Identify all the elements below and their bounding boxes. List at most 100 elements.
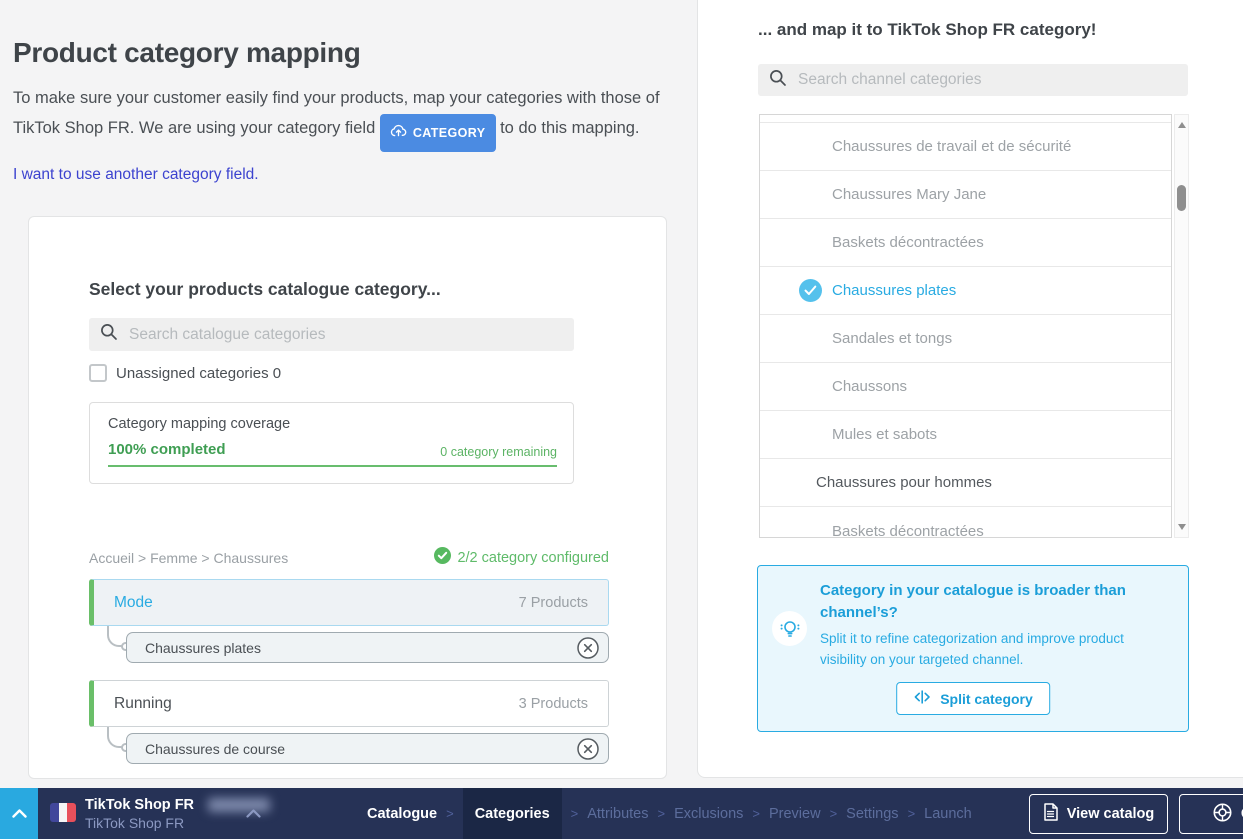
channel-category-list: Chaussures de travail et de sécurité Cha… bbox=[759, 114, 1172, 538]
unassigned-label: Unassigned categories 0 bbox=[116, 365, 281, 382]
channel-category-row[interactable]: Mules et sabots bbox=[760, 411, 1171, 459]
coverage-card: Category mapping coverage 100% completed… bbox=[89, 402, 574, 484]
group-product-count: 7 Products bbox=[519, 595, 588, 611]
catalogue-category-panel: Select your products catalogue category.… bbox=[28, 216, 667, 779]
step-separator: > bbox=[446, 806, 454, 821]
channel-subtitle: TikTok Shop FR bbox=[85, 814, 270, 832]
step-catalogue[interactable]: Catalogue bbox=[367, 806, 437, 822]
view-catalog-label: View catalog bbox=[1067, 806, 1155, 822]
channel-category-label: Chaussons bbox=[832, 378, 907, 395]
category-breadcrumb: Accueil > Femme > Chaussures bbox=[89, 550, 288, 566]
page-title: Product category mapping bbox=[13, 37, 361, 69]
tip-title: Category in your catalogue is broader th… bbox=[820, 580, 1150, 624]
group-product-count: 3 Products bbox=[519, 696, 588, 712]
configured-label: 2/2 category configured bbox=[457, 550, 609, 566]
catalogue-search[interactable] bbox=[89, 318, 574, 351]
channel-category-row[interactable]: Chaussures Mary Jane bbox=[760, 171, 1171, 219]
scrollbar-thumb[interactable] bbox=[1177, 185, 1186, 211]
step-launch[interactable]: Launch bbox=[924, 806, 972, 822]
bottom-progress-bar: TikTok Shop FR TikTok Shop FR Catalogue … bbox=[0, 788, 1243, 839]
channel-category-label: Mules et sabots bbox=[832, 426, 937, 443]
category-path-row: Accueil > Femme > Chaussures 2/2 categor… bbox=[89, 547, 609, 568]
channel-category-row[interactable]: Baskets décontractées bbox=[760, 507, 1171, 538]
scroll-up-arrow-icon[interactable] bbox=[1178, 122, 1186, 128]
step-separator: > bbox=[752, 806, 760, 821]
step-settings[interactable]: Settings bbox=[846, 806, 898, 822]
catalogue-group-running[interactable]: Running 3 Products bbox=[89, 680, 609, 727]
step-preview[interactable]: Preview bbox=[769, 806, 821, 822]
channel-category-row-selected[interactable]: Chaussures plates bbox=[760, 267, 1171, 315]
split-category-button[interactable]: Split category bbox=[896, 682, 1050, 715]
right-panel-heading: ... and map it to TikTok Shop FR categor… bbox=[758, 20, 1096, 40]
step-attributes[interactable]: Attributes bbox=[587, 806, 648, 822]
coverage-title: Category mapping coverage bbox=[108, 416, 290, 432]
search-icon bbox=[100, 323, 118, 346]
coverage-completed: 100% completed bbox=[108, 441, 226, 458]
channel-category-row[interactable]: Chaussures de travail et de sécurité bbox=[760, 123, 1171, 171]
selected-check-icon bbox=[799, 279, 822, 302]
remove-mapping-button[interactable] bbox=[577, 738, 599, 760]
view-catalog-button[interactable]: View catalog bbox=[1029, 794, 1168, 834]
document-icon bbox=[1043, 803, 1058, 825]
help-lifebuoy-icon bbox=[1213, 803, 1232, 826]
left-panel-heading: Select your products catalogue category.… bbox=[89, 279, 441, 300]
france-flag-icon bbox=[50, 803, 76, 822]
split-icon bbox=[913, 690, 931, 707]
step-label: Categories bbox=[475, 806, 550, 822]
scroll-down-arrow-icon[interactable] bbox=[1178, 524, 1186, 530]
step-separator: > bbox=[571, 806, 579, 821]
channel-category-row[interactable]: Sandales et tongs bbox=[760, 315, 1171, 363]
split-category-tip: Category in your catalogue is broader th… bbox=[757, 565, 1189, 732]
channel-category-label: Chaussures plates bbox=[832, 282, 956, 299]
search-icon bbox=[769, 69, 787, 92]
intro-after: to do this mapping. bbox=[500, 119, 639, 137]
channel-identity: TikTok Shop FR TikTok Shop FR bbox=[85, 796, 270, 832]
chevron-up-icon bbox=[12, 805, 27, 823]
upload-cloud-icon bbox=[390, 118, 407, 148]
channel-search[interactable] bbox=[758, 64, 1188, 96]
unassigned-categories-row: Unassigned categories 0 bbox=[89, 364, 281, 382]
use-another-category-field-link[interactable]: I want to use another category field. bbox=[13, 166, 259, 184]
coverage-progress-bar bbox=[108, 465, 557, 467]
intro-text: To make sure your customer easily find y… bbox=[13, 83, 673, 152]
mapped-category-chip: Chaussures plates bbox=[126, 632, 609, 663]
group-name: Running bbox=[114, 695, 172, 713]
split-button-label: Split category bbox=[940, 691, 1033, 707]
product-category-mapping-page: Product category mapping To make sure yo… bbox=[0, 0, 1243, 839]
category-field-badge: CATEGORY bbox=[380, 114, 496, 152]
unassigned-checkbox[interactable] bbox=[89, 364, 107, 382]
channel-name: TikTok Shop FR bbox=[85, 796, 194, 814]
remove-mapping-button[interactable] bbox=[577, 637, 599, 659]
collapse-bar-button[interactable] bbox=[0, 788, 38, 839]
group-name: Mode bbox=[114, 594, 153, 612]
configured-badge: 2/2 category configured bbox=[434, 547, 609, 568]
channel-category-label: Baskets décontractées bbox=[832, 234, 984, 251]
channel-search-input[interactable] bbox=[796, 70, 1177, 90]
coverage-remaining: 0 category remaining bbox=[440, 445, 557, 459]
channel-category-label: Chaussures de travail et de sécurité bbox=[832, 138, 1071, 155]
channel-category-label: Baskets décontractées bbox=[832, 523, 984, 539]
channel-category-label: Chaussures Mary Jane bbox=[832, 186, 986, 203]
get-help-button[interactable]: Get bbox=[1179, 794, 1243, 834]
channel-category-row[interactable]: Chaussons bbox=[760, 363, 1171, 411]
channel-category-row-partial bbox=[760, 115, 1171, 123]
channel-category-row-parent[interactable]: Chaussures pour hommes bbox=[760, 459, 1171, 507]
catalogue-group-mode[interactable]: Mode 7 Products bbox=[89, 579, 609, 626]
channel-category-row[interactable]: Baskets décontractées bbox=[760, 219, 1171, 267]
mapped-category-chip: Chaussures de course bbox=[126, 733, 609, 764]
mapped-category-label: Chaussures de course bbox=[145, 741, 285, 757]
channel-category-label: Sandales et tongs bbox=[832, 330, 952, 347]
step-exclusions[interactable]: Exclusions bbox=[674, 806, 743, 822]
step-separator: > bbox=[908, 806, 916, 821]
step-separator: > bbox=[657, 806, 665, 821]
channel-switcher-chevron-up-icon[interactable] bbox=[246, 805, 261, 823]
tip-body: Split it to refine categorization and im… bbox=[820, 628, 1160, 670]
setup-steps: Catalogue > Categories > Attributes > Ex… bbox=[367, 788, 972, 839]
channel-category-panel: ... and map it to TikTok Shop FR categor… bbox=[697, 0, 1243, 778]
lightbulb-icon bbox=[772, 611, 807, 646]
step-separator: > bbox=[830, 806, 838, 821]
catalogue-search-input[interactable] bbox=[127, 325, 563, 345]
mapped-category-label: Chaussures plates bbox=[145, 640, 261, 656]
channel-list-scrollbar[interactable] bbox=[1174, 114, 1189, 538]
step-categories-active[interactable]: Categories bbox=[463, 788, 562, 839]
